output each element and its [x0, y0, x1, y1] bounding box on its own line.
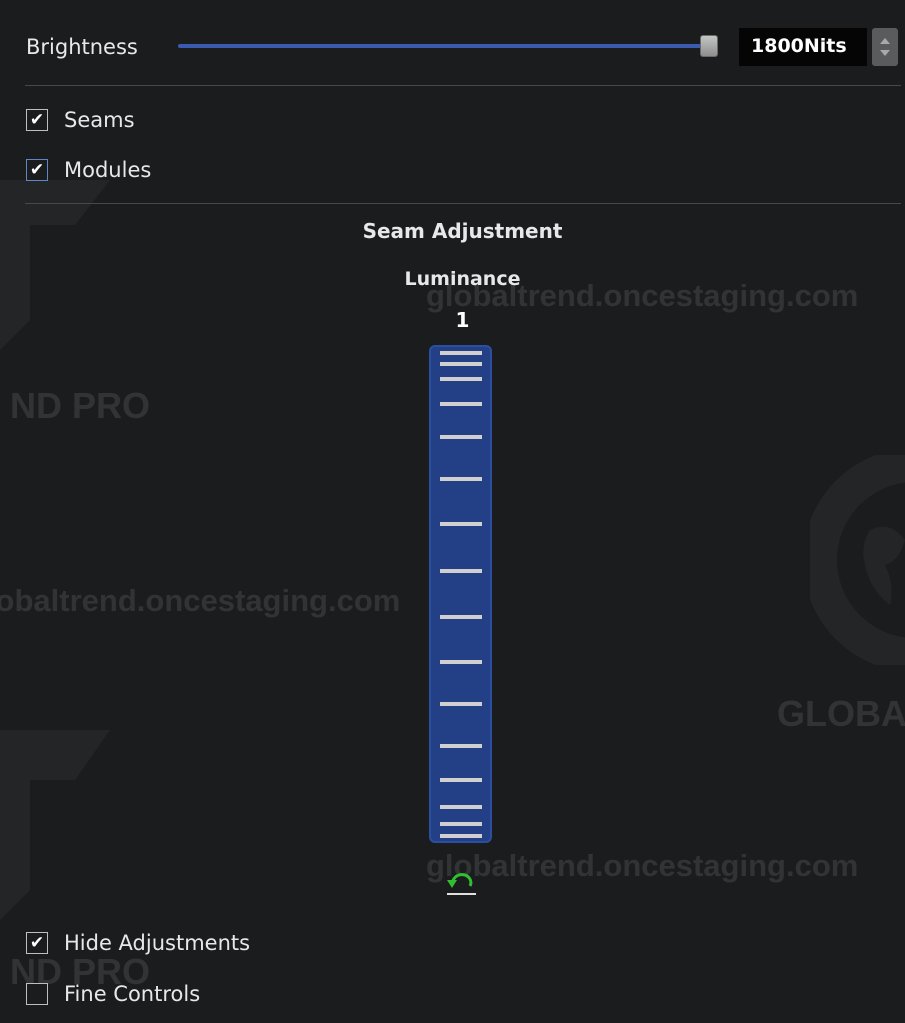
divider-middle [25, 203, 901, 204]
brightness-value: 1800Nits [751, 35, 847, 57]
hide-adjustments-checkbox[interactable]: ✔ [26, 932, 48, 954]
divider-top [25, 85, 901, 86]
brightness-spinner[interactable] [872, 28, 898, 66]
luminance-tick [440, 834, 482, 838]
spin-up-icon[interactable] [880, 38, 890, 44]
luminance-tick [440, 477, 482, 481]
seams-label: Seams [64, 108, 135, 132]
luminance-tick [440, 615, 482, 619]
watermark-logo-text: GLOBA [777, 693, 905, 734]
luminance-slider[interactable] [429, 345, 492, 843]
brightness-row: Brightness 1800Nits [0, 0, 905, 90]
luminance-tick [440, 660, 482, 664]
modules-label: Modules [64, 158, 152, 182]
brightness-label: Brightness [26, 35, 138, 59]
seams-checkbox[interactable]: ✔ [26, 109, 48, 131]
brightness-value-field[interactable]: 1800Nits [739, 28, 867, 66]
luminance-value: 1 [455, 308, 470, 332]
luminance-tick [440, 744, 482, 748]
fine-controls-checkbox-row[interactable]: Fine Controls [26, 980, 200, 1008]
luminance-tick [440, 569, 482, 573]
luminance-tick [440, 362, 482, 366]
brightness-slider-thumb[interactable] [700, 35, 718, 57]
watermark-globe-icon [810, 455, 905, 665]
luminance-tick [440, 377, 482, 381]
luminance-tick [440, 702, 482, 706]
luminance-tick [440, 805, 482, 809]
hide-adjustments-checkbox-row[interactable]: ✔ Hide Adjustments [26, 929, 250, 957]
seams-checkbox-row[interactable]: ✔ Seams [26, 106, 135, 134]
watermark-brand-1: ND PRO [10, 385, 151, 426]
spin-down-icon[interactable] [880, 50, 890, 56]
luminance-tick [440, 402, 482, 406]
fine-controls-label: Fine Controls [64, 982, 201, 1006]
watermark-logo-bottom [0, 730, 110, 920]
seam-adjustment-title: Seam Adjustment [362, 219, 563, 243]
brightness-slider-track[interactable] [178, 44, 708, 48]
watermark-url-3: globaltrend.oncestaging.com [426, 848, 859, 883]
luminance-tick [440, 351, 482, 355]
fine-controls-checkbox[interactable] [26, 983, 48, 1005]
luminance-label: Luminance [404, 268, 521, 290]
watermark-url-2: globaltrend.oncestaging.com [0, 583, 401, 618]
modules-checkbox-row[interactable]: ✔ Modules [26, 156, 151, 184]
hide-adjustments-label: Hide Adjustments [64, 931, 251, 955]
luminance-tick [440, 522, 482, 526]
luminance-tick [440, 778, 482, 782]
seam-adjustment-panel: Brightness 1800Nits ✔ Seams ✔ Modules Se… [0, 0, 905, 1023]
luminance-tick [440, 822, 482, 826]
reset-undo-icon[interactable] [444, 868, 478, 896]
luminance-tick [440, 435, 482, 439]
modules-checkbox[interactable]: ✔ [26, 159, 48, 181]
